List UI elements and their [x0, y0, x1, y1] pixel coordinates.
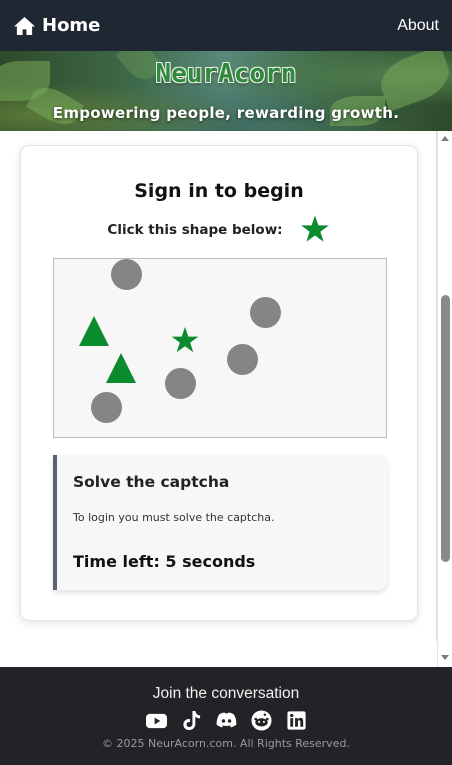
captcha-shape-circle[interactable] — [91, 392, 122, 423]
join-text: Join the conversation — [152, 685, 300, 702]
hero-banner: NeurAcorn Empowering people, rewarding g… — [0, 51, 452, 131]
card-title: Sign in to begin — [134, 180, 304, 202]
captcha-shape-circle[interactable] — [165, 368, 196, 399]
captcha-shape-triangle[interactable] — [78, 315, 110, 347]
tiktok-icon[interactable] — [180, 710, 203, 731]
panel-text: To login you must solve the captcha. — [73, 511, 275, 524]
top-nav: Home About — [0, 0, 452, 51]
footer: Join the conversation © 2025 NeurAcorn.c… — [0, 667, 452, 765]
scroll-up-arrow-icon[interactable] — [441, 136, 449, 141]
home-label: Home — [42, 15, 101, 36]
scroll-down-arrow-icon[interactable] — [441, 655, 449, 660]
reddit-icon[interactable] — [250, 710, 273, 731]
linkedin-icon[interactable] — [285, 710, 308, 731]
captcha-info-panel: Solve the captcha To login you must solv… — [53, 455, 387, 590]
youtube-icon[interactable] — [145, 710, 168, 731]
scrollbar-thumb[interactable] — [441, 295, 450, 562]
prompt-text: Click this shape below: — [107, 222, 283, 238]
copyright: © 2025 NeurAcorn.com. All Rights Reserve… — [102, 737, 350, 750]
prompt-row: Click this shape below: — [21, 214, 417, 246]
content-area: Sign in to begin Click this shape below:… — [0, 131, 452, 667]
target-star-icon — [300, 215, 329, 242]
panel-title: Solve the captcha — [73, 473, 230, 491]
captcha-shape-star[interactable] — [169, 325, 201, 357]
captcha-shape-circle[interactable] — [111, 259, 142, 290]
captcha-shape-circle[interactable] — [227, 344, 258, 375]
captcha-shape-circle[interactable] — [250, 297, 281, 328]
brand-logo: NeurAcorn — [155, 59, 297, 89]
social-links — [0, 710, 452, 731]
tagline: Empowering people, rewarding growth. — [52, 104, 400, 122]
captcha-shape-triangle[interactable] — [105, 352, 137, 384]
scrollbar[interactable] — [437, 131, 452, 667]
discord-icon[interactable] — [215, 710, 238, 731]
countdown-timer: Time left: 5 seconds — [73, 552, 256, 571]
captcha-board — [53, 258, 387, 438]
about-link[interactable]: About — [397, 17, 439, 35]
signin-card: Sign in to begin Click this shape below:… — [20, 145, 418, 621]
home-link[interactable]: Home — [13, 15, 100, 36]
home-icon — [14, 16, 35, 35]
